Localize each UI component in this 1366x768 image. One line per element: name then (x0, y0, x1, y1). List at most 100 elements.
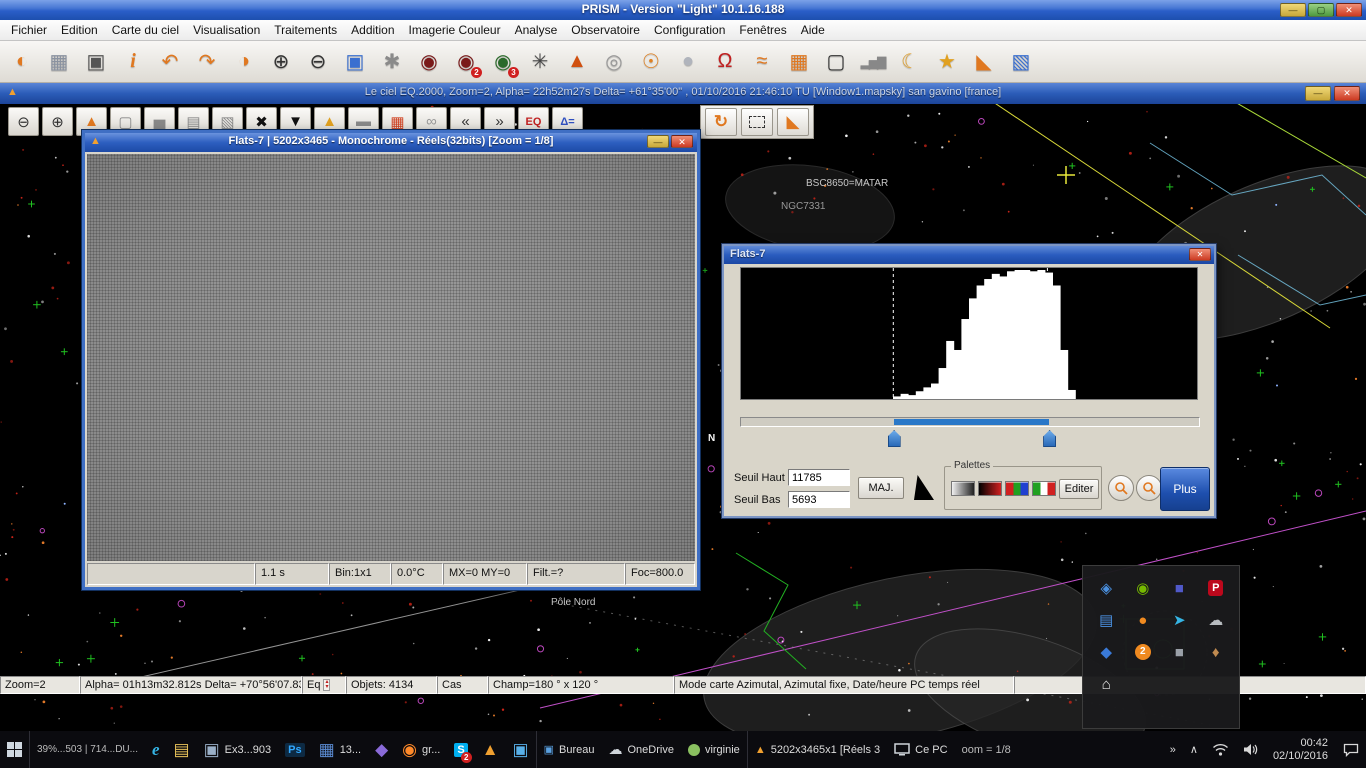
pinterest-tray-icon[interactable]: P (1199, 576, 1234, 600)
taskbar-app-file-explorer[interactable]: ▤ (167, 731, 197, 768)
histogram-close-button[interactable]: ✕ (1189, 248, 1211, 261)
menu-edition[interactable]: Edition (54, 21, 105, 39)
threshold-slider-range[interactable] (894, 419, 1049, 425)
star-chart-icon[interactable]: ★ (929, 44, 965, 80)
taskbar-clock[interactable]: 00:4202/10/2016 (1265, 737, 1336, 763)
set-square-icon[interactable]: ◣ (777, 108, 809, 136)
taskbar-app-photos[interactable]: ▣ (506, 731, 536, 768)
twitter-tray-icon[interactable]: ➤ (1162, 608, 1197, 632)
minimize-button[interactable]: — (1280, 3, 1306, 17)
menu-observatoire[interactable]: Observatoire (564, 21, 647, 39)
refresh-map-icon[interactable]: ↻ (705, 108, 737, 136)
gear-settings-icon[interactable]: ✱ (374, 44, 410, 80)
map-zoom-out-icon[interactable]: ⊖ (8, 107, 39, 136)
java-tray-icon[interactable]: ● (1126, 608, 1161, 632)
set-square-tool-icon[interactable]: ◣ (966, 44, 1002, 80)
tray-arrow[interactable]: ∧ (1183, 731, 1205, 768)
maj-button[interactable]: MAJ. (858, 477, 904, 499)
flats-close-button[interactable]: ✕ (671, 135, 693, 148)
select-region-icon[interactable] (741, 108, 773, 136)
close-button[interactable]: ✕ (1336, 3, 1362, 17)
undo-icon[interactable]: ↶ (152, 44, 188, 80)
magnifier-button-2[interactable] (1136, 475, 1162, 501)
menu-traitements[interactable]: Traitements (267, 21, 344, 39)
save-icon[interactable]: ▦ (41, 44, 77, 80)
threshold-low-handle[interactable] (888, 430, 901, 447)
palette-rgb[interactable] (1005, 481, 1029, 496)
camera-acquisition-icon[interactable]: ◉ (411, 44, 447, 80)
display-screen-icon[interactable]: ▣ (337, 44, 373, 80)
menu-fen-tres[interactable]: Fenêtres (732, 21, 793, 39)
menu-carte-du-ciel[interactable]: Carte du ciel (105, 21, 186, 39)
threshold-high-handle[interactable] (1043, 430, 1056, 447)
taskbar-onedrive[interactable]: ☁OneDrive (601, 731, 680, 768)
taskbar-app-photoshop[interactable]: Ps (278, 731, 311, 768)
menu-addition[interactable]: Addition (344, 21, 401, 39)
information-icon[interactable]: i (115, 44, 151, 80)
taskbar-app-firefox[interactable]: ◉gr... (395, 731, 447, 768)
menu-aide[interactable]: Aide (794, 21, 832, 39)
palette-multicolor[interactable] (1032, 481, 1056, 496)
notification-center-button[interactable] (1336, 731, 1366, 768)
taskbar-app-skype[interactable]: S2 (447, 731, 474, 768)
kettle-tray-icon[interactable]: ⌂ (1089, 672, 1124, 696)
eq-frame-spinner[interactable]: ▴▾ (323, 679, 330, 691)
redo-icon[interactable]: ↷ (189, 44, 225, 80)
moon-ephemeris-icon[interactable]: ☾ (892, 44, 928, 80)
blue-app-tray-icon[interactable]: ◈ (1089, 576, 1124, 600)
taskbar-app-gem-app[interactable]: ◆ (368, 731, 395, 768)
network-icon-button[interactable] (1205, 731, 1236, 768)
blocks-3d-icon[interactable]: ▦ (781, 44, 817, 80)
teams-tray-icon[interactable]: ■ (1162, 576, 1197, 600)
menu-analyse[interactable]: Analyse (508, 21, 565, 39)
explorer-tray-tray-icon[interactable]: ▤ (1089, 608, 1124, 632)
taskbar-prism-window[interactable]: ▲5202x3465x1 [Réels 3 (747, 731, 887, 768)
filter-wheel-icon[interactable]: ✳ (522, 44, 558, 80)
seuil-bas-input[interactable] (788, 491, 850, 508)
palette-grayscale[interactable] (951, 481, 975, 496)
magnifier-button-1[interactable] (1108, 475, 1134, 501)
start-button[interactable] (0, 731, 29, 768)
seuil-haut-input[interactable] (788, 469, 850, 486)
taskbar-app-app-ex3[interactable]: ▣Ex3...903 (197, 731, 279, 768)
taskbar-running-text[interactable]: 39%...503 | 714...DU... (29, 731, 145, 768)
nvidia-tray-icon[interactable]: ◉ (1126, 576, 1161, 600)
threshold-display-icon[interactable]: ◑ (226, 44, 262, 80)
editer-button[interactable]: Editer (1059, 479, 1099, 499)
sky-close-button[interactable]: ✕ (1334, 86, 1360, 101)
image-display-icon[interactable]: ▧ (1003, 44, 1039, 80)
histogram-tool-icon[interactable]: ▂▅▇ (855, 44, 891, 80)
taskbar-ce-pc[interactable]: Ce PC (887, 731, 954, 768)
curve-tool-icon[interactable]: ≈ (744, 44, 780, 80)
zoom-out-icon[interactable]: ⊖ (300, 44, 336, 80)
open-image-icon[interactable]: ◐ (4, 44, 40, 80)
gray-app-tray-icon[interactable]: ■ (1162, 640, 1197, 664)
menu-fichier[interactable]: Fichier (4, 21, 54, 39)
volume-icon-button[interactable] (1236, 731, 1265, 768)
menu-visualisation[interactable]: Visualisation (186, 21, 267, 39)
magnet-autoguide-icon[interactable]: Ω (707, 44, 743, 80)
taskbar-app-save-tool[interactable]: ▦13... (312, 731, 368, 768)
sky-minimize-button[interactable]: — (1305, 86, 1331, 101)
maximize-button[interactable]: ▢ (1308, 3, 1334, 17)
camera-batch-icon[interactable]: ◉3 (485, 44, 521, 80)
zoom-in-icon[interactable]: ⊕ (263, 44, 299, 80)
taskbar-app-prism[interactable]: ▲ (475, 731, 506, 768)
taskbar-bureau[interactable]: ▣Bureau (536, 731, 602, 768)
palette-red[interactable] (978, 481, 1002, 496)
cloud-tray-icon[interactable]: ☁ (1199, 608, 1234, 632)
eclipse-tool-icon[interactable]: ● (670, 44, 706, 80)
updates-tray-icon[interactable]: 2 (1126, 640, 1161, 664)
map-zoom-in-icon[interactable]: ⊕ (42, 107, 73, 136)
flats-minimize-button[interactable]: — (647, 135, 669, 148)
plus-button[interactable]: Plus (1160, 467, 1210, 511)
sun-ephemeris-icon[interactable]: ☉ (633, 44, 669, 80)
dropbox-tray-icon[interactable]: ◆ (1089, 640, 1124, 664)
taskbar-user[interactable]: virginie (681, 731, 747, 768)
celestial-sphere-icon[interactable]: ◎ (596, 44, 632, 80)
flats-image-view[interactable] (87, 154, 695, 561)
overflow-chevron[interactable]: » (1163, 731, 1183, 768)
taskbar-app-edge[interactable]: e (145, 731, 167, 768)
focuser-cone-icon[interactable]: ▲ (559, 44, 595, 80)
menu-configuration[interactable]: Configuration (647, 21, 732, 39)
